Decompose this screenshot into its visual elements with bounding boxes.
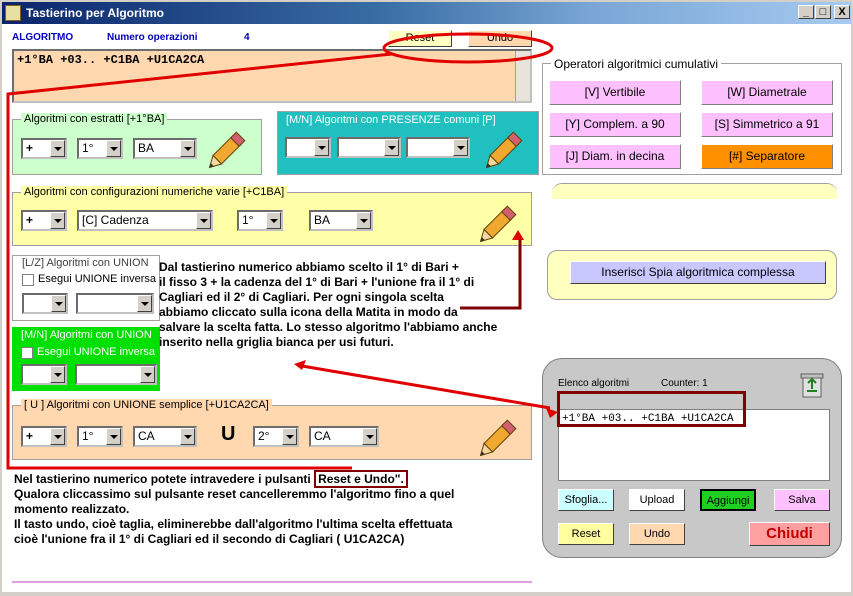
config-legend: Algoritmi con configurazioni numeriche v… (21, 186, 288, 198)
unione-mn-select-2[interactable] (75, 364, 157, 385)
unione-mn-legend: [M/N] Algoritmi con UNION (21, 329, 152, 341)
reset-button[interactable]: Reset (388, 30, 452, 47)
spia-button[interactable]: Inserisci Spia algoritmica complessa (570, 261, 826, 284)
pencil-icon[interactable] (207, 124, 253, 170)
note-1: Dal tastierino numerico abbiamo scelto i… (159, 260, 498, 349)
num-ops-label: Numero operazioni (107, 32, 198, 43)
config-panel: Algoritmi con configurazioni numeriche v… (12, 186, 532, 246)
op-separatore-button[interactable]: [#] Separatore (701, 144, 833, 169)
spia-panel: Inserisci Spia algoritmica complessa (547, 250, 837, 300)
unione-semplice-panel: [ U ] Algoritmi con UNIONE semplice [+U1… (12, 399, 532, 460)
note-2: Nel tastierino numerico potete intravede… (14, 470, 455, 546)
us-u-label: U (221, 423, 236, 445)
chevron-down-icon (137, 295, 152, 312)
chevron-down-icon (180, 140, 195, 157)
algoritmo-label: ALGORITMO (12, 32, 74, 43)
chevron-down-icon (356, 212, 371, 229)
unione-lz-select-1[interactable] (22, 293, 68, 314)
unione-lz-check-label: Esegui UNIONE inversa (38, 273, 156, 285)
elenco-reset-button[interactable]: Reset (558, 523, 614, 545)
unione-lz-select-2[interactable] (76, 293, 154, 314)
sfoglia-button[interactable]: Sfoglia... (558, 489, 614, 511)
chevron-down-icon (50, 428, 65, 445)
elenco-highlight-box (557, 391, 746, 427)
pencil-icon[interactable] (484, 124, 530, 170)
us-pos2-select[interactable]: 2° (253, 426, 299, 447)
recycle-bin-icon[interactable] (798, 369, 826, 399)
main-window: Tastierino per Algoritmo _ □ X ALGORITMO… (0, 0, 853, 594)
us-sign-select[interactable]: + (21, 426, 67, 447)
unione-lz-legend: [L/Z] Algoritmi con UNION (22, 257, 149, 269)
estratti-legend: Algoritmi con estratti [+1°BA] (21, 113, 168, 125)
unione-lz-panel: [L/Z] Algoritmi con UNION Esegui UNIONE … (12, 255, 160, 321)
estratti-pos-select[interactable]: 1° (77, 138, 123, 159)
chevron-down-icon (106, 428, 121, 445)
expression-box[interactable]: +1°BA +03.. +C1BA +U1CA2CA (12, 49, 532, 103)
estratti-ruota-select[interactable]: BA (133, 138, 197, 159)
us-ruota1-select[interactable]: CA (133, 426, 197, 447)
chevron-down-icon (266, 212, 281, 229)
us-ruota2-select[interactable]: CA (309, 426, 379, 447)
chevron-down-icon (314, 139, 329, 156)
aggiungi-button[interactable]: Aggiungi (700, 489, 756, 511)
expression-scrollbar[interactable] (515, 51, 530, 101)
presenze-select-1[interactable] (285, 137, 331, 158)
config-sign-select[interactable]: + (21, 210, 67, 231)
num-ops-value: 4 (244, 32, 250, 43)
minimize-button[interactable]: _ (798, 5, 814, 19)
operatori-legend: Operatori algoritmici cumulativi (551, 57, 722, 71)
presenze-select-3[interactable] (406, 137, 470, 158)
elenco-undo-button[interactable]: Undo (629, 523, 685, 545)
app-icon (5, 5, 21, 21)
config-pos-select[interactable]: 1° (237, 210, 283, 231)
expression-text: +1°BA +03.. +C1BA +U1CA2CA (17, 53, 205, 67)
salva-button[interactable]: Salva (774, 489, 830, 511)
chevron-down-icon (180, 428, 195, 445)
chevron-down-icon (362, 428, 377, 445)
unione-lz-checkbox[interactable] (22, 274, 34, 286)
maximize-button[interactable]: □ (815, 5, 831, 19)
chevron-down-icon (51, 295, 66, 312)
bottom-divider (12, 580, 532, 583)
chevron-down-icon (50, 366, 65, 383)
unione-mn-select-1[interactable] (21, 364, 67, 385)
pencil-icon[interactable] (478, 412, 524, 458)
elenco-panel: Elenco algoritmi Counter: 1 +1°BA +03.. … (542, 358, 842, 558)
unione-mn-check-label: Esegui UNIONE inversa (37, 346, 155, 358)
title-bar: Tastierino per Algoritmo _ □ X (2, 2, 851, 24)
estratti-sign-select[interactable]: + (21, 138, 67, 159)
op-complem-button[interactable]: [Y] Complem. a 90 (549, 112, 681, 137)
operatori-panel: Operatori algoritmici cumulativi [V] Ver… (542, 57, 842, 175)
upload-button[interactable]: Upload (629, 489, 685, 511)
note-boxed-text: Reset e Undo". (314, 470, 408, 488)
chevron-down-icon (50, 212, 65, 229)
config-tipo-select[interactable]: [C] Cadenza (77, 210, 213, 231)
presenze-select-2[interactable] (337, 137, 401, 158)
elenco-label: Elenco algoritmi (558, 378, 630, 389)
op-simmetrico-button[interactable]: [S] Simmetrico a 91 (701, 112, 833, 137)
counter-label: Counter: 1 (661, 378, 708, 389)
unione-mn-panel: [M/N] Algoritmi con UNION Esegui UNIONE … (12, 327, 160, 391)
chevron-down-icon (453, 139, 468, 156)
chevron-down-icon (196, 212, 211, 229)
op-vertibile-button[interactable]: [V] Vertibile (549, 80, 681, 105)
undo-button[interactable]: Undo (468, 30, 532, 47)
chevron-down-icon (282, 428, 297, 445)
config-ruota-select[interactable]: BA (309, 210, 373, 231)
op-diametrale-button[interactable]: [W] Diametrale (701, 80, 833, 105)
chiudi-button[interactable]: Chiudi (749, 522, 830, 546)
us-pos1-select[interactable]: 1° (77, 426, 123, 447)
window-title: Tastierino per Algoritmo (26, 6, 165, 20)
pencil-icon[interactable] (478, 198, 524, 244)
close-button[interactable]: X (834, 5, 850, 19)
presenze-legend: [M/N] Algoritmi con PRESENZE comuni [P] (286, 114, 496, 126)
chevron-down-icon (140, 366, 155, 383)
chevron-down-icon (106, 140, 121, 157)
op-diam-decina-button[interactable]: [J] Diam. in decina (549, 144, 681, 169)
chevron-down-icon (50, 140, 65, 157)
unione-mn-checkbox[interactable] (21, 347, 33, 359)
unione-semplice-legend: [ U ] Algoritmi con UNIONE semplice [+U1… (21, 399, 272, 411)
chevron-down-icon (384, 139, 399, 156)
yellow-strip (552, 183, 837, 199)
